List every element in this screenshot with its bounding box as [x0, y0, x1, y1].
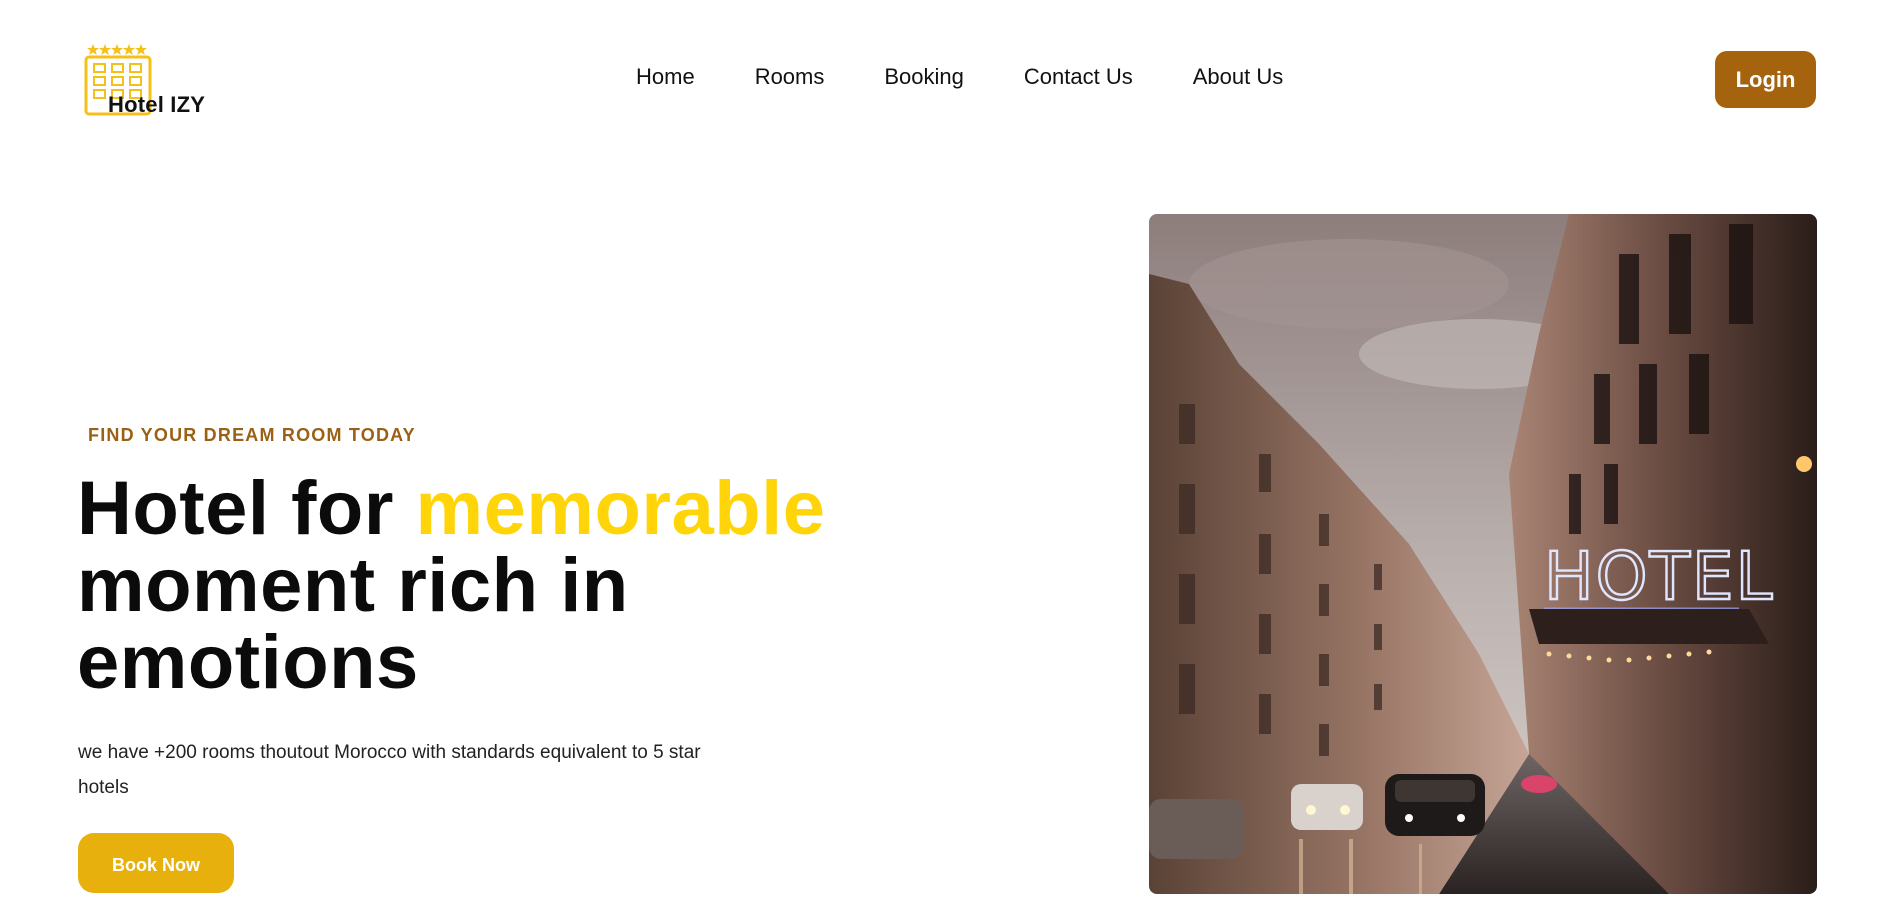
- nav-about-us[interactable]: About Us: [1193, 64, 1284, 90]
- hero-hotel-street-image: HOTEL: [1149, 214, 1817, 894]
- main-nav: Home Rooms Booking Contact Us About Us: [636, 64, 1343, 90]
- hotel-sign-text: HOTEL: [1544, 538, 1774, 615]
- book-now-button[interactable]: Book Now: [78, 833, 234, 893]
- headline-rest: moment rich in emotions: [77, 543, 629, 705]
- nav-contact-us[interactable]: Contact Us: [1024, 64, 1133, 90]
- hero-eyebrow: FIND YOUR DREAM ROOM TODAY: [88, 425, 416, 445]
- headline-accent: memorable: [415, 466, 826, 551]
- logo[interactable]: Hotel IZY: [84, 42, 224, 120]
- nav-home[interactable]: Home: [636, 64, 695, 90]
- nav-booking[interactable]: Booking: [884, 64, 964, 90]
- login-button[interactable]: Login: [1715, 51, 1816, 108]
- logo-text: Hotel IZY: [108, 92, 206, 117]
- hero-description: we have +200 rooms thoutout Morocco with…: [78, 742, 701, 798]
- hero-headline: Hotel for memorable moment rich in emoti…: [77, 470, 977, 701]
- headline-prefix: Hotel for: [77, 466, 416, 551]
- nav-rooms[interactable]: Rooms: [755, 64, 825, 90]
